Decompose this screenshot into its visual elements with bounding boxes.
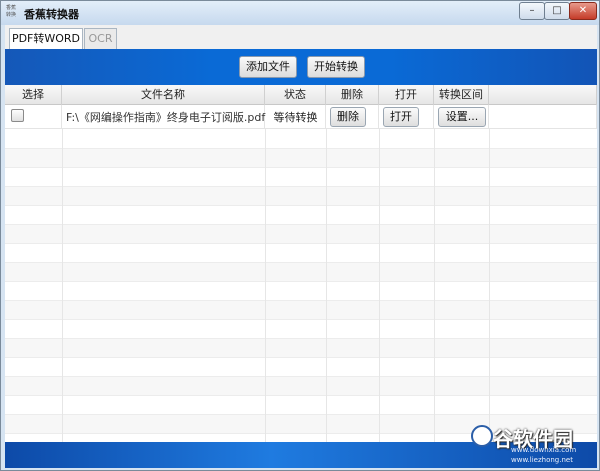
column-divider	[265, 129, 266, 442]
column-header-filler	[489, 85, 597, 105]
empty-row	[5, 244, 597, 263]
select-cell	[5, 105, 62, 129]
column-divider	[434, 129, 435, 442]
empty-row	[5, 282, 597, 301]
add-file-button[interactable]: 添加文件	[239, 56, 297, 78]
range-cell: 设置...	[434, 105, 489, 129]
filler-cell	[489, 105, 597, 129]
watermark-url: www.downxia.com	[511, 446, 577, 454]
filename-cell: F:\《网编操作指南》终身电子订阅版.pdf	[62, 105, 265, 129]
row-checkbox[interactable]	[11, 109, 24, 122]
range-settings-button[interactable]: 设置...	[438, 107, 486, 127]
app-icon: 香蕉 转换	[6, 5, 17, 18]
empty-row	[5, 263, 597, 282]
watermark: 谷软件园 www.downxia.com www.liezhong.net	[471, 423, 599, 469]
minimize-button[interactable]: –	[519, 2, 545, 20]
column-divider	[326, 129, 327, 442]
empty-row	[5, 339, 597, 358]
status-cell: 等待转换	[265, 105, 326, 129]
toolbar-banner: 添加文件 开始转换	[5, 49, 597, 85]
app-window: 香蕉 转换 香蕉转换器 – □ ✕ PDF转WORD OCR 添加文件 开始转换…	[0, 0, 600, 471]
empty-row	[5, 168, 597, 187]
empty-row	[5, 206, 597, 225]
close-button[interactable]: ✕	[569, 2, 597, 20]
table-header: 选择 文件名称 状态 删除 打开 转换区间	[5, 85, 597, 105]
empty-row	[5, 149, 597, 168]
tab-pdf-to-word[interactable]: PDF转WORD	[9, 28, 83, 49]
watermark-url: www.liezhong.net	[511, 456, 573, 464]
tab-strip: PDF转WORD OCR	[5, 25, 597, 49]
column-divider	[489, 129, 490, 442]
column-header-delete[interactable]: 删除	[326, 85, 379, 105]
delete-button[interactable]: 删除	[330, 107, 366, 127]
column-header-select[interactable]: 选择	[5, 85, 62, 105]
empty-row	[5, 187, 597, 206]
open-button[interactable]: 打开	[383, 107, 419, 127]
file-name: F:\《网编操作指南》终身电子订阅版.pdf	[66, 111, 266, 124]
empty-row	[5, 130, 597, 149]
title-bar[interactable]: 香蕉 转换 香蕉转换器 – □ ✕	[1, 1, 599, 25]
column-divider	[379, 129, 380, 442]
maximize-button[interactable]: □	[544, 2, 570, 20]
empty-row	[5, 377, 597, 396]
tab-ocr[interactable]: OCR	[84, 28, 117, 49]
file-table: 选择 文件名称 状态 删除 打开 转换区间 F:\《网编操作指南》终身电子订阅版…	[5, 85, 597, 442]
empty-row	[5, 301, 597, 320]
window-title: 香蕉转换器	[24, 8, 79, 21]
empty-row	[5, 358, 597, 377]
column-header-status[interactable]: 状态	[265, 85, 326, 105]
empty-row	[5, 396, 597, 415]
column-divider	[62, 129, 63, 442]
empty-row	[5, 320, 597, 339]
table-row[interactable]: F:\《网编操作指南》终身电子订阅版.pdf 等待转换 删除 打开 设置...	[5, 105, 597, 129]
delete-cell: 删除	[326, 105, 379, 129]
column-header-range[interactable]: 转换区间	[434, 85, 489, 105]
watermark-logo-icon	[471, 425, 493, 447]
column-header-open[interactable]: 打开	[379, 85, 434, 105]
status-text: 等待转换	[273, 111, 318, 124]
start-convert-button[interactable]: 开始转换	[307, 56, 365, 78]
open-cell: 打开	[379, 105, 434, 129]
empty-row	[5, 225, 597, 244]
column-header-filename[interactable]: 文件名称	[62, 85, 265, 105]
